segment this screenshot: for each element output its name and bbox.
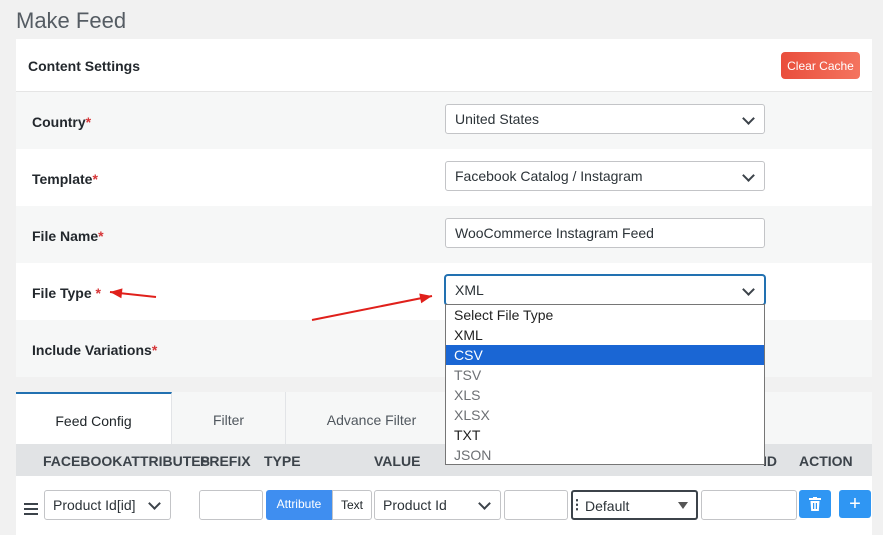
file-type-option[interactable]: TXT	[446, 425, 764, 445]
file-type-option[interactable]: XLSX	[446, 405, 764, 425]
template-row: Template* Facebook Catalog / Instagram	[16, 149, 872, 206]
file-name-row: File Name* WooCommerce Instagram Feed	[16, 206, 872, 263]
limit-input[interactable]	[701, 490, 797, 520]
file-type-option[interactable]: XML	[446, 325, 764, 345]
drag-handle-icon[interactable]	[24, 503, 38, 518]
output-select-label: Default	[585, 498, 630, 514]
clear-cache-button[interactable]: Clear Cache	[781, 52, 860, 79]
required-mark: *	[85, 114, 92, 130]
country-select[interactable]: United States	[445, 104, 765, 134]
required-mark: *	[91, 285, 101, 301]
suffix-input[interactable]	[504, 490, 568, 520]
country-row: Country* United States	[16, 92, 872, 149]
file-name-label: File Name*	[32, 228, 104, 244]
required-mark: *	[98, 228, 104, 244]
header-attributes: FACEBOOKATTRIBUTES	[43, 453, 210, 469]
file-name-input[interactable]: WooCommerce Instagram Feed	[445, 218, 765, 248]
table-row: Product Id[id] Attribute Text Product Id…	[16, 476, 872, 535]
file-type-label: File Type *	[32, 285, 101, 301]
caret-down-icon	[678, 502, 688, 509]
file-type-option[interactable]: XLS	[446, 385, 764, 405]
include-variations-label: Include Variations*	[32, 342, 158, 358]
country-label: Country*	[32, 114, 92, 130]
attribute-select[interactable]: Product Id[id]	[44, 490, 171, 520]
required-mark: *	[151, 342, 158, 358]
file-type-option[interactable]: Select File Type	[446, 305, 764, 325]
header-value: VALUE	[374, 453, 421, 469]
file-type-option[interactable]: TSV	[446, 365, 764, 385]
add-row-button[interactable]: +	[839, 490, 871, 518]
header-action: ACTION	[799, 453, 853, 469]
file-type-option-highlighted[interactable]: CSV	[446, 345, 764, 365]
type-text-button[interactable]: Text	[332, 490, 372, 520]
file-type-dropdown-list: Select File Type XML CSV TSV XLS XLSX TX…	[445, 304, 765, 465]
type-attribute-button[interactable]: Attribute	[266, 490, 332, 520]
file-type-select[interactable]: XML	[445, 275, 765, 305]
tab-advance-filter[interactable]: Advance Filter	[286, 392, 458, 444]
delete-row-button[interactable]	[799, 490, 831, 518]
grip-icon	[576, 498, 578, 511]
template-label: Template*	[32, 171, 98, 187]
card-header: Content Settings Clear Cache	[16, 39, 872, 92]
plus-icon: +	[849, 493, 861, 515]
value-select[interactable]: Product Id	[374, 490, 501, 520]
content-settings-title: Content Settings	[28, 58, 140, 74]
tab-feed-config[interactable]: Feed Config	[16, 392, 172, 444]
page-title: Make Feed	[16, 8, 127, 33]
header-type: TYPE	[264, 453, 301, 469]
required-mark: *	[92, 171, 98, 187]
prefix-input[interactable]	[199, 490, 263, 520]
header-prefix: PREFIX	[200, 453, 251, 469]
trash-icon	[809, 497, 821, 511]
template-select[interactable]: Facebook Catalog / Instagram	[445, 161, 765, 191]
tab-filter[interactable]: Filter	[172, 392, 286, 444]
output-select[interactable]: Default	[571, 490, 698, 520]
file-type-option[interactable]: JSON	[446, 445, 764, 465]
header-id: ID	[763, 453, 777, 469]
